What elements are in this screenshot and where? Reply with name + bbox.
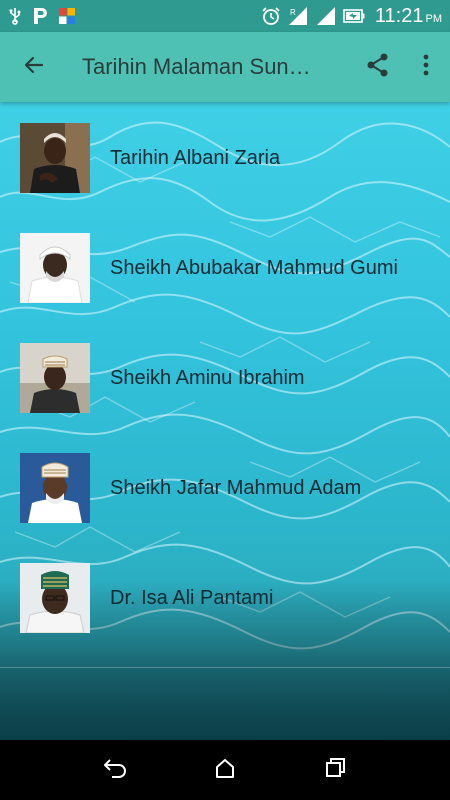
status-notifications xyxy=(8,6,76,26)
list-item[interactable]: Sheikh Jafar Mahmud Adam xyxy=(0,443,450,533)
list-item[interactable]: Sheikh Aminu Ibrahim xyxy=(0,333,450,423)
p-app-icon xyxy=(32,6,48,26)
signal-r-icon: R xyxy=(287,6,309,26)
app-bar-actions xyxy=(354,43,450,91)
page-title: Tarihin Malaman Sunnah xyxy=(82,54,314,79)
list-divider xyxy=(0,667,450,668)
screen: R 11:21 PM Tarihin Malaman Sunnah Tarihi… xyxy=(0,0,450,800)
list-item-label: Tarihin Albani Zaria xyxy=(110,146,281,169)
svg-text:R: R xyxy=(290,8,296,17)
nav-back-button[interactable] xyxy=(85,745,145,795)
list-item[interactable]: Dr. Isa Ali Pantami xyxy=(0,553,450,643)
list-item-label: Sheikh Abubakar Mahmud Gumi xyxy=(110,256,398,279)
share-icon xyxy=(365,52,391,83)
nav-recents-button[interactable] xyxy=(305,745,365,795)
back-nav-icon xyxy=(102,757,128,784)
share-button[interactable] xyxy=(354,43,402,91)
status-system: R 11:21 PM xyxy=(261,5,442,28)
signal-icon xyxy=(315,6,337,26)
usb-icon xyxy=(8,6,22,26)
more-vert-icon xyxy=(422,53,430,82)
clock: 11:21 PM xyxy=(374,4,442,27)
system-nav-bar xyxy=(0,740,450,800)
status-bar: R 11:21 PM xyxy=(0,0,450,32)
list-item-label: Sheikh Aminu Ibrahim xyxy=(110,366,305,389)
list-item[interactable]: Tarihin Albani Zaria xyxy=(0,113,450,203)
arrow-back-icon xyxy=(22,53,46,82)
avatar xyxy=(20,343,90,413)
avatar xyxy=(20,453,90,523)
notification-app-icon xyxy=(58,6,76,26)
list-item[interactable]: Sheikh Abubakar Mahmud Gumi xyxy=(0,223,450,313)
app-bar: Tarihin Malaman Sunnah xyxy=(0,32,450,102)
avatar xyxy=(20,563,90,633)
recents-icon xyxy=(324,757,346,784)
overflow-menu-button[interactable] xyxy=(402,43,450,91)
back-button[interactable] xyxy=(10,43,58,91)
alarm-icon xyxy=(261,6,281,26)
list-item-label: Sheikh Jafar Mahmud Adam xyxy=(110,476,362,499)
nav-home-button[interactable] xyxy=(195,745,255,795)
avatar xyxy=(20,233,90,303)
content-area[interactable]: Tarihin Albani Zaria Sheikh Abubakar Mah… xyxy=(0,102,450,740)
battery-icon xyxy=(343,6,365,26)
list-item-label: Dr. Isa Ali Pantami xyxy=(110,586,274,609)
home-icon xyxy=(214,757,236,784)
avatar xyxy=(20,123,90,193)
